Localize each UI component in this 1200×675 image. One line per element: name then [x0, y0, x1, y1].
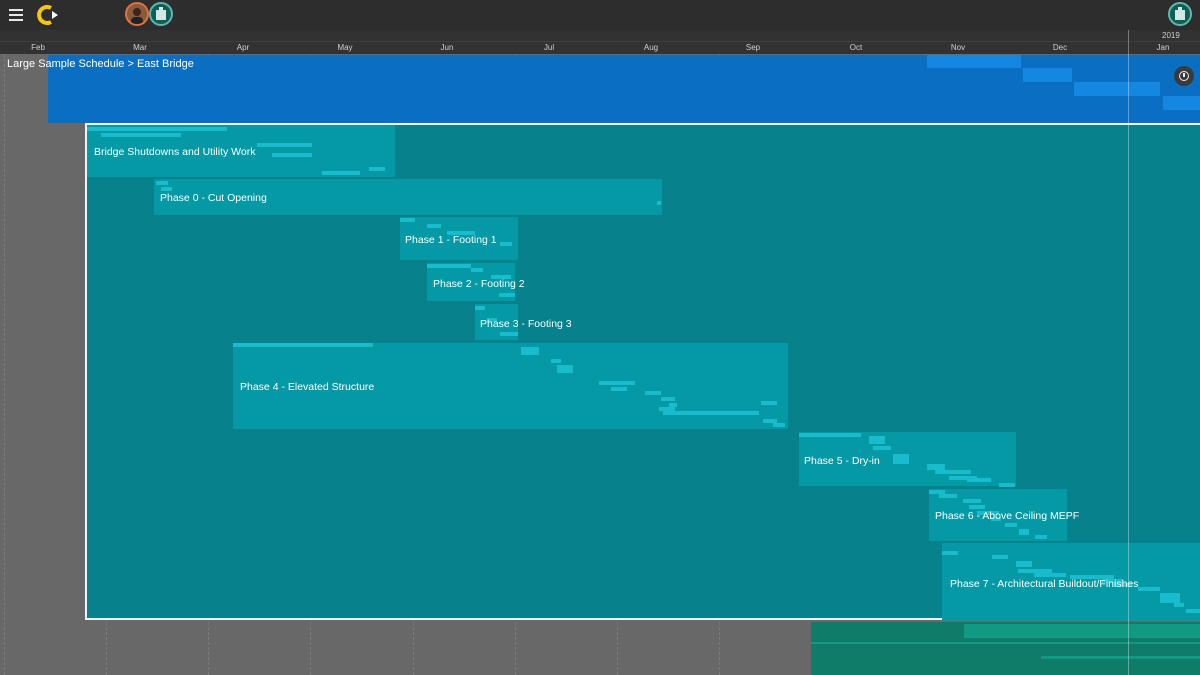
- top-bar: [0, 0, 1200, 30]
- phase-3-footing-3[interactable]: Phase 3 - Footing 3: [475, 304, 572, 340]
- month-label: Mar: [133, 43, 147, 52]
- phase-1-footing-1[interactable]: Phase 1 - Footing 1: [400, 217, 518, 260]
- info-icon[interactable]: [1174, 66, 1194, 86]
- project-block[interactable]: [48, 55, 1200, 123]
- phase-4-elevated-structure[interactable]: Phase 4 - Elevated Structure: [233, 343, 788, 429]
- phase-label: Phase 3 - Footing 3: [480, 318, 572, 330]
- month-label: Sep: [745, 43, 761, 52]
- phase-bridge-shutdowns[interactable]: Bridge Shutdowns and Utility Work: [87, 125, 395, 177]
- breadcrumb[interactable]: Large Sample Schedule > East Bridge: [7, 58, 194, 70]
- today-marker: [1128, 30, 1129, 675]
- month-label: Feb: [31, 43, 45, 52]
- user-avatar[interactable]: [125, 2, 149, 26]
- month-label: Nov: [950, 43, 966, 52]
- phase-0-cut-opening[interactable]: Phase 0 - Cut Opening: [154, 179, 662, 215]
- phase-6-above-ceiling-mepf[interactable]: Phase 6 - Above Ceiling MEPF: [929, 489, 1079, 541]
- phase-label: Bridge Shutdowns and Utility Work: [94, 146, 256, 158]
- phase-label: Phase 5 - Dry-in: [804, 455, 880, 467]
- task-bar: [1074, 82, 1160, 96]
- phase-label: Phase 4 - Elevated Structure: [240, 381, 375, 393]
- phase-7-architectural-buildout[interactable]: Phase 7 - Architectural Buildout/Finishe…: [942, 543, 1200, 621]
- app-logo-icon[interactable]: [34, 4, 64, 26]
- year-label: 2019: [1162, 31, 1180, 40]
- task-bar: [1041, 656, 1200, 659]
- team-avatar[interactable]: [149, 2, 173, 26]
- phase-label: Phase 7 - Architectural Buildout/Finishe…: [950, 578, 1139, 590]
- phase-label: Phase 1 - Footing 1: [405, 234, 497, 246]
- task-bar: [1023, 68, 1072, 82]
- month-label: Oct: [849, 43, 863, 52]
- month-label: Jul: [543, 43, 555, 52]
- month-label: Jan: [1156, 43, 1170, 52]
- gridline: [4, 54, 5, 675]
- phase-2-footing-2[interactable]: Phase 2 - Footing 2: [427, 263, 525, 301]
- month-label: May: [337, 43, 353, 52]
- month-label: Aug: [643, 43, 659, 52]
- month-label: Apr: [236, 43, 250, 52]
- task-bar: [811, 642, 1200, 644]
- hamburger-menu-icon[interactable]: [9, 9, 23, 21]
- month-label: Jun: [440, 43, 454, 52]
- task-bar: [1163, 96, 1200, 110]
- task-bar: [964, 624, 1200, 638]
- team-avatar-right[interactable]: [1168, 2, 1192, 26]
- project-block-bottom[interactable]: [811, 622, 1200, 675]
- phase-5-dry-in[interactable]: Phase 5 - Dry-in: [799, 432, 1016, 487]
- task-bar: [927, 55, 1021, 68]
- phase-label: Phase 2 - Footing 2: [433, 278, 525, 290]
- phase-label: Phase 0 - Cut Opening: [160, 192, 267, 204]
- timeline-header: 2019 Feb Mar Apr May Jun Jul Aug Sep Oct…: [0, 30, 1200, 54]
- month-label: Dec: [1052, 43, 1068, 52]
- phase-label: Phase 6 - Above Ceiling MEPF: [935, 510, 1080, 522]
